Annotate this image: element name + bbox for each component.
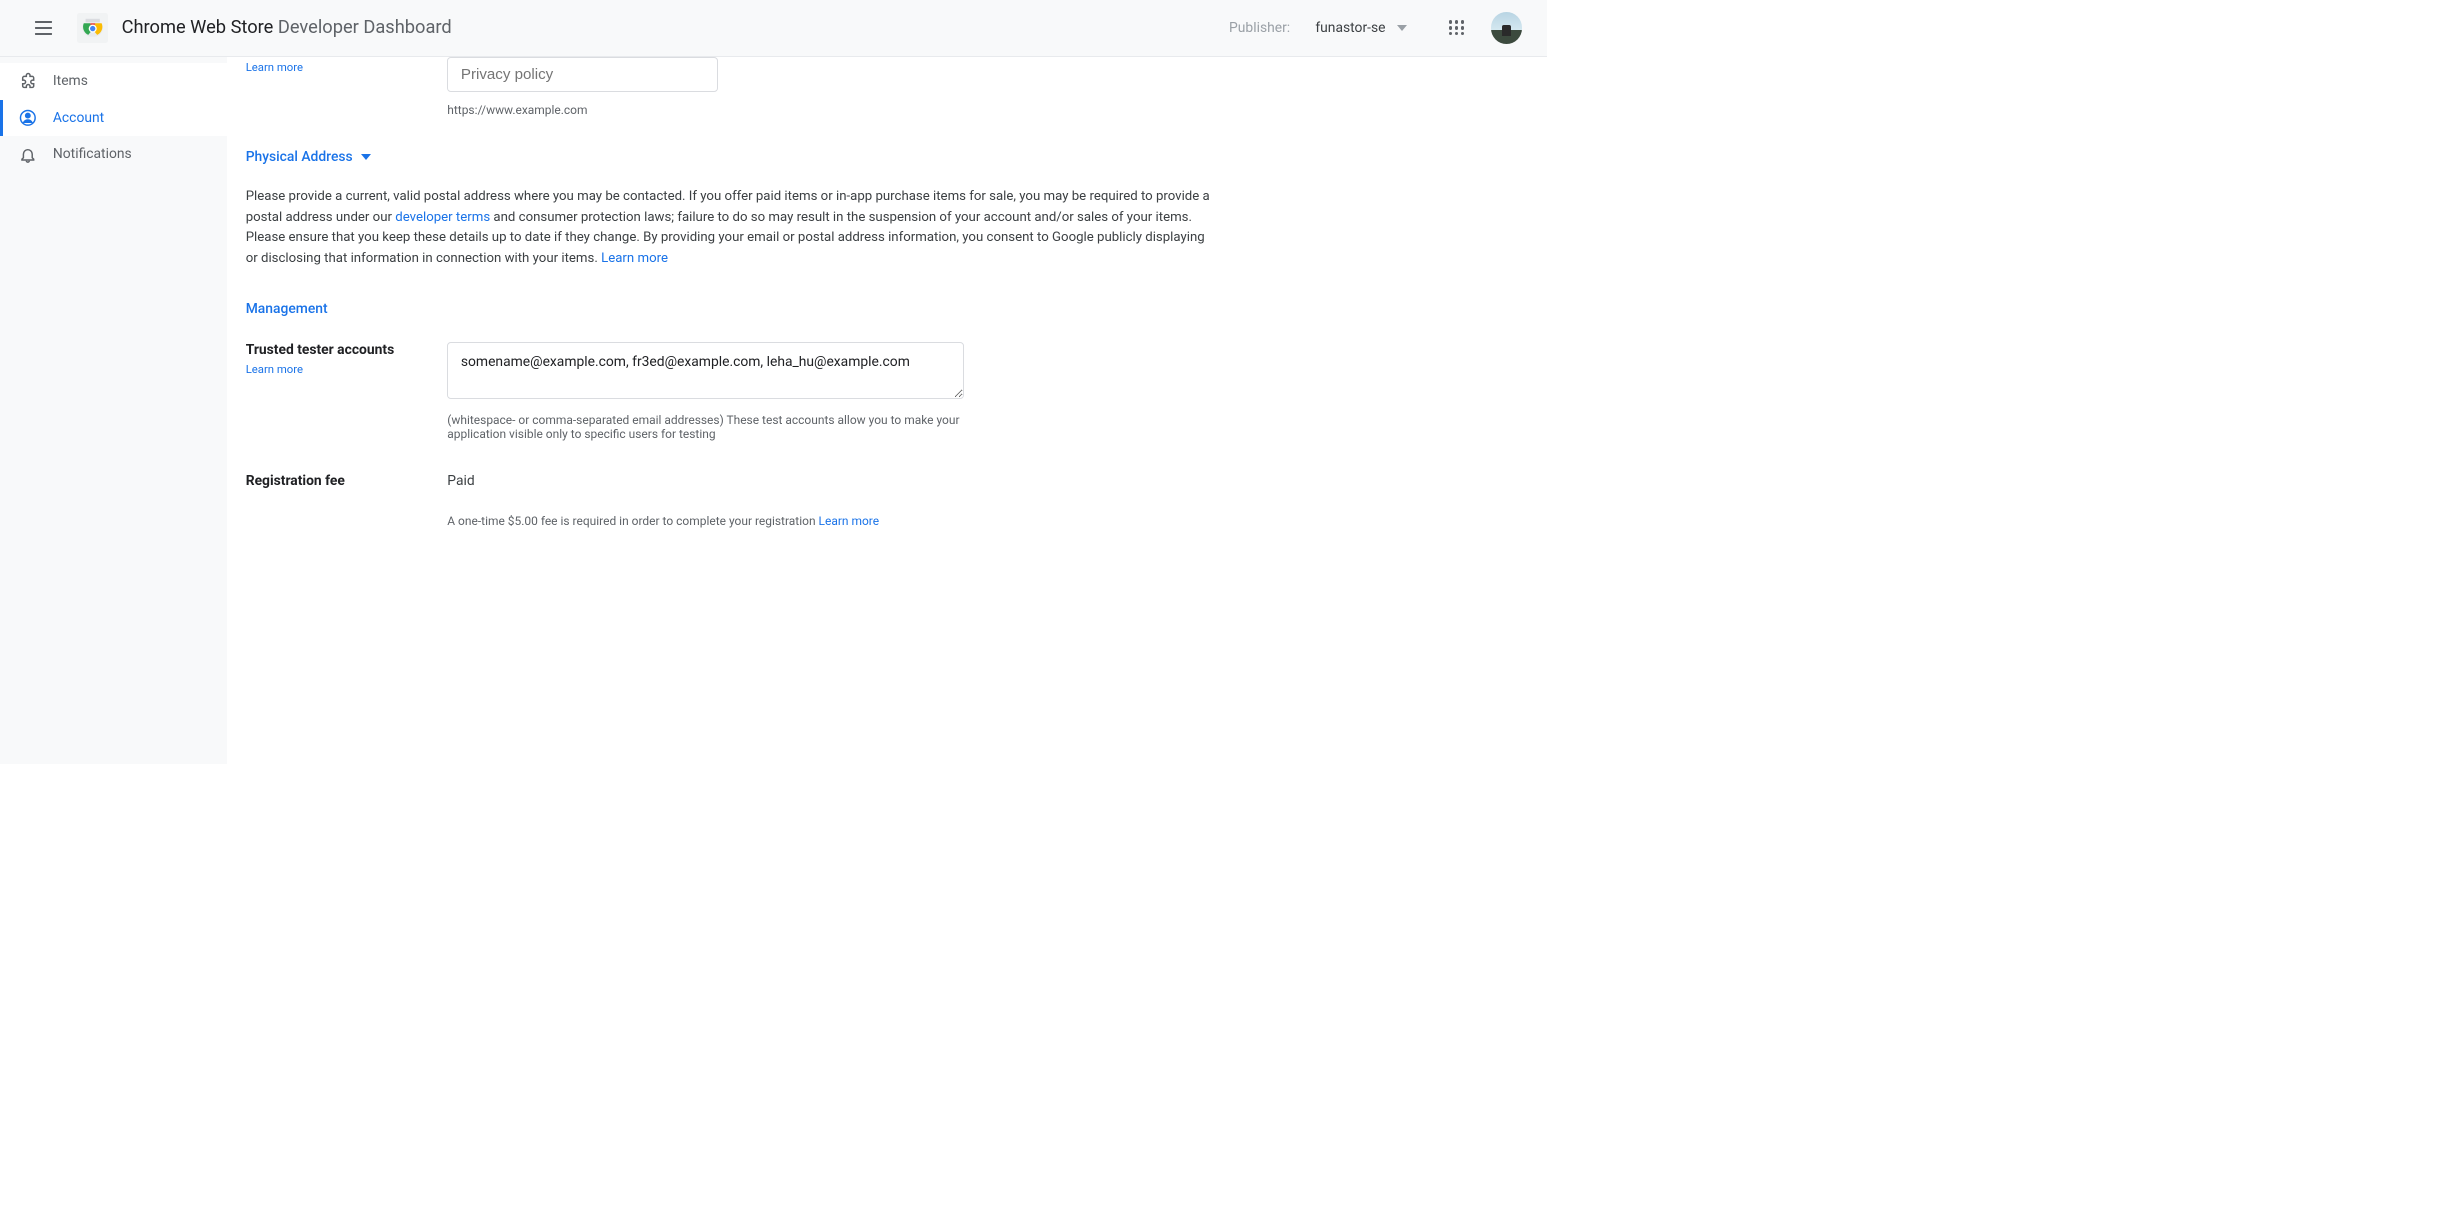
sidebar-item-label: Notifications bbox=[53, 146, 132, 162]
header-bar: Chrome Web Store Developer Dashboard Pub… bbox=[0, 0, 1547, 57]
sidebar-item-label: Items bbox=[53, 73, 88, 89]
menu-button[interactable] bbox=[28, 13, 58, 43]
sidebar-item-items[interactable]: Items bbox=[0, 63, 227, 100]
trusted-testers-row: Trusted tester accounts Learn more (whit… bbox=[246, 342, 1216, 441]
page-title: Chrome Web Store Developer Dashboard bbox=[122, 17, 452, 38]
menu-icon bbox=[35, 21, 53, 35]
registration-fee-value: Paid bbox=[447, 473, 1216, 489]
extension-icon bbox=[18, 71, 38, 91]
publisher-label: Publisher: bbox=[1229, 20, 1290, 36]
account-icon bbox=[18, 108, 38, 128]
privacy-learn-more-link[interactable]: Learn more bbox=[246, 60, 448, 74]
management-heading: Management bbox=[246, 301, 1216, 317]
registration-fee-row: Registration fee Paid A one-time $5.00 f… bbox=[246, 473, 1216, 528]
title-main: Chrome Web Store bbox=[122, 17, 274, 38]
trusted-learn-more-link[interactable]: Learn more bbox=[246, 362, 448, 376]
physical-address-toggle[interactable]: Physical Address bbox=[246, 149, 1216, 165]
publisher-selector[interactable]: funastor-se bbox=[1315, 20, 1406, 36]
sidebar: Items Account Notifications bbox=[0, 57, 227, 764]
physical-address-label: Physical Address bbox=[246, 149, 353, 165]
trusted-testers-label: Trusted tester accounts bbox=[246, 342, 448, 358]
registration-fee-helper: A one-time $5.00 fee is required in orde… bbox=[447, 514, 1216, 528]
physical-learn-more-link[interactable]: Learn more bbox=[601, 251, 668, 266]
privacy-policy-input[interactable] bbox=[447, 57, 718, 92]
title-sub: Developer Dashboard bbox=[278, 17, 452, 38]
physical-address-description: Please provide a current, valid postal a… bbox=[246, 187, 1216, 269]
main-content: Learn more https://www.example.com Physi… bbox=[227, 57, 1547, 764]
user-avatar[interactable] bbox=[1491, 12, 1523, 44]
trusted-testers-textarea[interactable] bbox=[447, 342, 964, 399]
sidebar-item-label: Account bbox=[53, 110, 104, 126]
sidebar-item-notifications[interactable]: Notifications bbox=[0, 136, 227, 173]
publisher-value: funastor-se bbox=[1315, 20, 1385, 36]
developer-terms-link[interactable]: developer terms bbox=[395, 210, 490, 225]
google-apps-button[interactable] bbox=[1441, 13, 1471, 43]
bell-icon bbox=[18, 144, 38, 164]
sidebar-item-account[interactable]: Account bbox=[0, 100, 227, 137]
privacy-policy-row: Learn more https://www.example.com bbox=[246, 57, 1216, 118]
cws-logo bbox=[77, 13, 107, 43]
privacy-helper-text: https://www.example.com bbox=[447, 103, 1216, 117]
chevron-down-icon bbox=[361, 154, 371, 160]
trusted-helper-text: (whitespace- or comma-separated email ad… bbox=[447, 413, 964, 441]
registration-fee-label: Registration fee bbox=[246, 473, 448, 489]
chevron-down-icon bbox=[1397, 25, 1407, 31]
registration-learn-more-link[interactable]: Learn more bbox=[819, 514, 880, 528]
apps-grid-icon bbox=[1449, 20, 1464, 35]
